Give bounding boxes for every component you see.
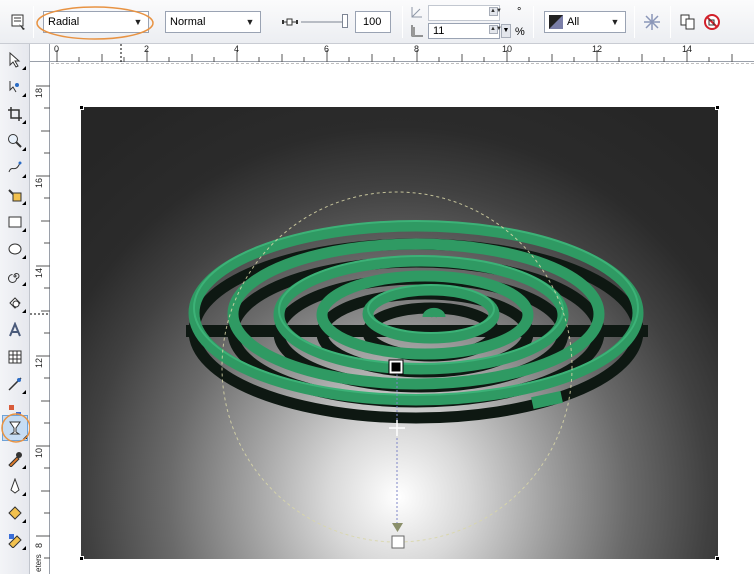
selection-node[interactable] [715, 556, 720, 561]
selection-node[interactable] [79, 105, 84, 110]
coreldraw-window: Radial ▼ Normal ▼ 100 ▲▼ ° 11 ▲▼ ▼ % All… [0, 0, 754, 574]
mosquito-coil-artwork[interactable] [0, 0, 754, 574]
selection-node[interactable] [79, 556, 84, 561]
selection-node[interactable] [715, 105, 720, 110]
